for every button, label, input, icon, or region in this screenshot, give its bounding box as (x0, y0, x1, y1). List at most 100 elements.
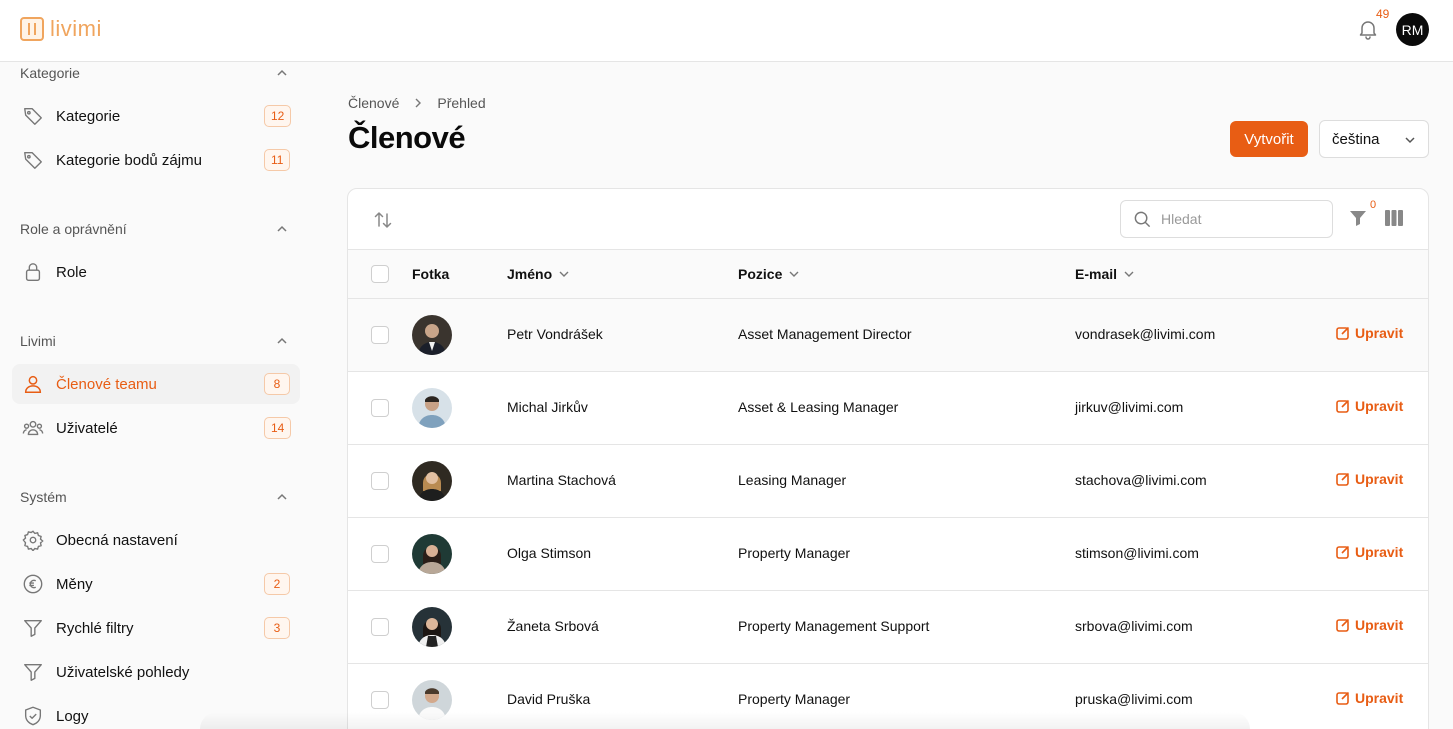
funnel-icon (24, 619, 42, 637)
columns-icon[interactable] (1384, 209, 1404, 227)
column-header-email[interactable]: E-mail (1075, 266, 1135, 282)
bottom-shadow (200, 712, 1250, 729)
member-photo (412, 534, 452, 574)
breadcrumb-parent-link[interactable]: Členové (348, 95, 399, 111)
sidebar-item-label: Obecná nastavení (56, 531, 178, 549)
count-badge: 2 (264, 573, 290, 595)
sidebar-item-role[interactable]: Role (12, 252, 300, 292)
filter-count-badge: 0 (1370, 199, 1377, 211)
edit-label: Upravit (1355, 690, 1404, 706)
chevron-up-icon[interactable] (275, 334, 289, 348)
table-row[interactable]: Petr Vondrášek Asset Management Director… (348, 299, 1428, 372)
sort-icon[interactable] (372, 209, 394, 231)
filter-icon[interactable] (1348, 208, 1368, 228)
create-button[interactable]: Vytvořit (1230, 121, 1308, 157)
edit-label: Upravit (1355, 325, 1404, 341)
row-checkbox[interactable] (371, 399, 389, 417)
count-badge: 14 (264, 417, 292, 439)
edit-icon (1336, 326, 1350, 340)
sidebar-item-obecna-nastaveni[interactable]: Obecná nastavení (12, 520, 300, 560)
table-row[interactable]: Michal Jirkův Asset & Leasing Manager ji… (348, 372, 1428, 445)
sidebar-item-label: Kategorie bodů zájmu (56, 151, 202, 169)
select-all-checkbox[interactable] (371, 265, 389, 283)
row-checkbox[interactable] (371, 472, 389, 490)
sidebar-item-label: Logy (56, 707, 89, 725)
column-header-position[interactable]: Pozice (738, 266, 800, 282)
search-box[interactable] (1120, 200, 1333, 238)
chevron-down-icon (1124, 271, 1134, 277)
sidebar-item-label: Členové teamu (56, 375, 157, 393)
edit-button[interactable]: Upravit (1336, 398, 1403, 414)
chevron-up-icon[interactable] (275, 222, 289, 236)
sidebar-item-uzivatele[interactable]: Uživatelé 14 (12, 408, 300, 448)
member-position: Property Manager (738, 545, 851, 561)
edit-icon (1336, 545, 1350, 559)
member-email: stachova@livimi.com (1075, 472, 1207, 488)
edit-button[interactable]: Upravit (1336, 325, 1403, 341)
language-select-value: čeština (1332, 130, 1380, 148)
column-header-name[interactable]: Jméno (507, 266, 570, 282)
user-avatar[interactable]: RM (1396, 13, 1429, 46)
logo-text: livimi (50, 16, 102, 41)
funnel-icon (24, 663, 42, 681)
chevron-up-icon[interactable] (275, 490, 289, 504)
gear-icon (22, 530, 44, 551)
table-row[interactable]: Martina Stachová Leasing Manager stachov… (348, 445, 1428, 518)
breadcrumb-current: Přehled (437, 95, 486, 111)
search-icon (1134, 211, 1151, 228)
member-name: Olga Stimson (507, 545, 592, 561)
lock-icon (25, 263, 41, 281)
row-checkbox[interactable] (371, 326, 389, 344)
count-badge: 3 (264, 617, 290, 639)
edit-button[interactable]: Upravit (1336, 690, 1403, 706)
language-select[interactable]: čeština (1319, 120, 1429, 158)
edit-button[interactable]: Upravit (1336, 544, 1403, 560)
livimi-logo[interactable]: livimi (20, 16, 102, 42)
page-title: Členové (348, 120, 466, 155)
tag-icon (24, 107, 42, 125)
member-photo (412, 461, 452, 501)
member-name: Michal Jirkův (507, 399, 588, 415)
edit-label: Upravit (1355, 471, 1404, 487)
edit-label: Upravit (1355, 617, 1404, 633)
sidebar-item-clenove-teamu[interactable]: Členové teamu 8 (12, 364, 300, 404)
sidebar-item-label: Měny (56, 575, 93, 593)
chevron-down-icon (789, 271, 799, 277)
row-checkbox[interactable] (371, 691, 389, 709)
column-header-label: Pozice (738, 266, 783, 282)
edit-button[interactable]: Upravit (1336, 617, 1403, 633)
edit-icon (1336, 399, 1350, 413)
chevron-down-icon (559, 271, 569, 277)
sidebar-item-meny[interactable]: Měny 2 (12, 564, 300, 604)
members-table-card: 0 Fotka Jméno Pozice E-mail Petr Vondráš… (347, 188, 1429, 729)
member-position: Property Management Support (738, 618, 930, 634)
sidebar-item-kategorie-bodu-zajmu[interactable]: Kategorie bodů zájmu 11 (12, 140, 300, 180)
table-row[interactable]: Olga Stimson Property Manager stimson@li… (348, 518, 1428, 591)
search-input[interactable] (1161, 209, 1321, 229)
breadcrumb: Členové Přehled (348, 95, 486, 111)
edit-button[interactable]: Upravit (1336, 471, 1403, 487)
tag-icon (24, 151, 42, 169)
sidebar-item-kategorie[interactable]: Kategorie 12 (12, 96, 300, 136)
edit-icon (1336, 618, 1350, 632)
sidebar-section-title-role: Role a oprávnění (20, 221, 127, 237)
logo-mark-icon (20, 17, 44, 41)
row-checkbox[interactable] (371, 618, 389, 636)
sidebar-item-rychle-filtry[interactable]: Rychlé filtry 3 (12, 608, 300, 648)
member-email: pruska@livimi.com (1075, 691, 1193, 707)
count-badge: 8 (264, 373, 290, 395)
table-row[interactable]: Žaneta Srbová Property Management Suppor… (348, 591, 1428, 664)
member-name: Martina Stachová (507, 472, 616, 488)
count-badge: 12 (264, 105, 292, 127)
sidebar-section-title-kategorie: Kategorie (20, 65, 80, 81)
member-position: Property Manager (738, 691, 851, 707)
table-header: Fotka Jméno Pozice E-mail (348, 250, 1428, 299)
sidebar-item-label: Kategorie (56, 107, 121, 125)
row-checkbox[interactable] (371, 545, 389, 563)
member-position: Asset Management Director (738, 326, 912, 342)
chevron-up-icon[interactable] (275, 66, 289, 80)
sidebar-item-uzivatelske-pohledy[interactable]: Uživatelské pohledy (12, 652, 300, 692)
shield-icon (24, 706, 42, 726)
top-bar: livimi 49 RM (0, 0, 1453, 62)
member-name: Žaneta Srbová (507, 618, 599, 634)
